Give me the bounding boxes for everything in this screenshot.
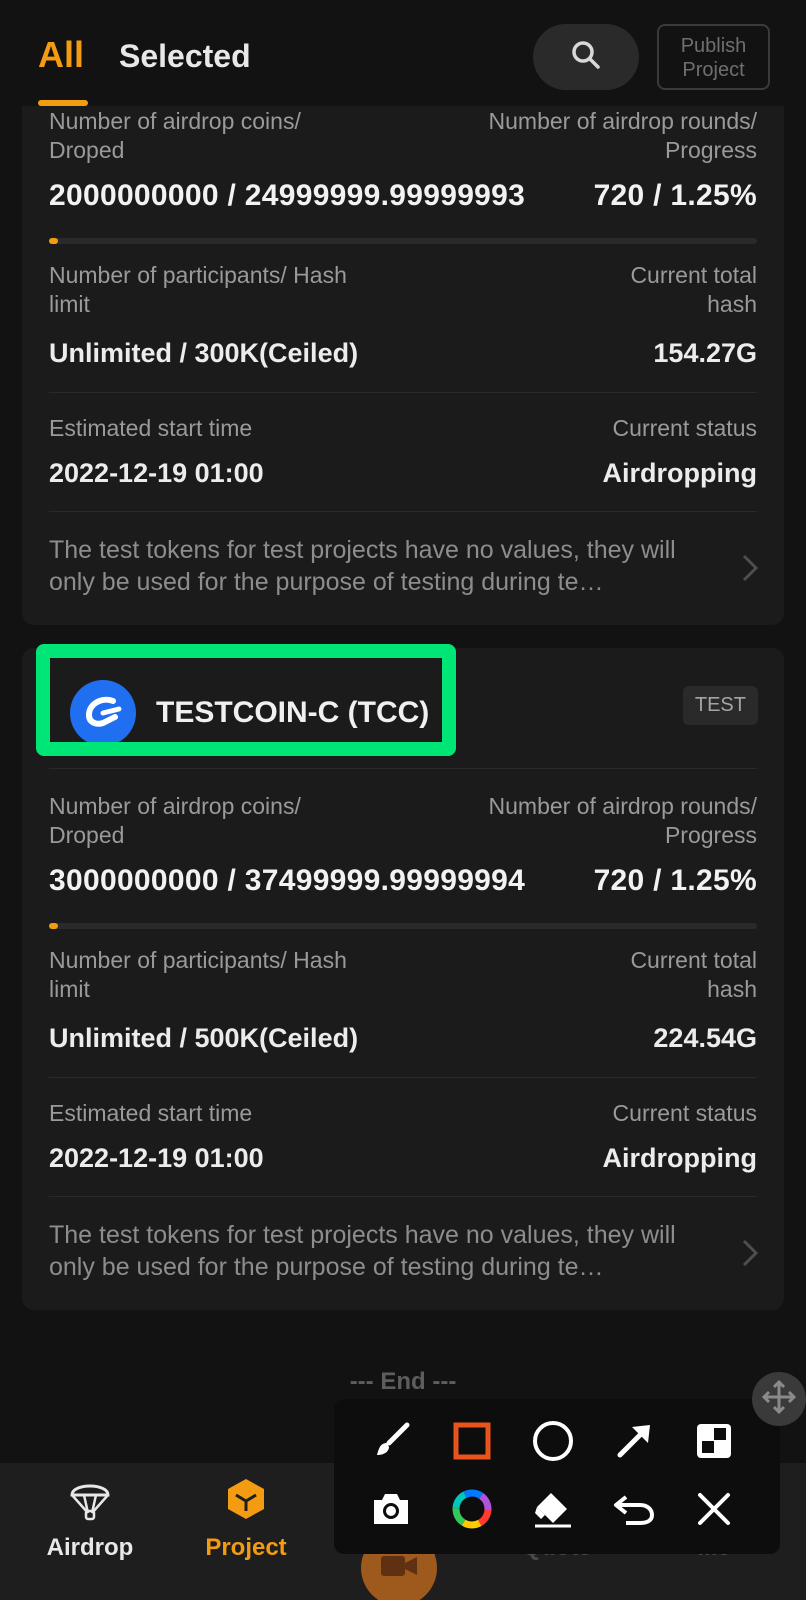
rounds-label: Number of airdrop rounds/ Progress [488,108,757,163]
nav-project-label: Project [205,1534,287,1561]
total-hash-label: Current total hash [630,262,757,317]
close-icon [694,1489,734,1534]
coins-label: Number of airdrop coins/ Droped [49,108,301,163]
circle-icon [531,1419,575,1468]
annotation-toolbar [334,1399,780,1554]
notice-text: The test tokens for test projects have n… [49,536,676,596]
start-status-values: 2022-12-19 01:00 Airdropping [49,1143,757,1177]
participants-value: Unlimited / 300K(Ceiled) [49,338,359,368]
divider [49,1077,757,1078]
rectangle-icon [452,1421,492,1466]
arrow-tool[interactable] [606,1415,662,1471]
start-status-values: 2022-12-19 01:00 Airdropping [49,458,757,492]
divider [49,511,757,512]
coins-rounds-labels: Number of airdrop coins/ Droped Number o… [49,792,757,852]
rounds-value: 720 / 1.25% [593,179,757,212]
chevron-right-icon[interactable] [740,1238,760,1273]
project-card[interactable]: Number of airdrop coins/ Droped Number o… [22,60,784,625]
participants-hash-labels: Number of participants/ Hash limit Curre… [49,261,757,321]
coins-rounds-values: 3000000000 / 37499999.99999994 720 / 1.2… [49,864,757,904]
progress-bar [49,238,757,244]
move-icon [761,1379,797,1420]
start-time-value: 2022-12-19 01:00 [49,1143,264,1173]
participants-value: Unlimited / 500K(Ceiled) [49,1023,359,1053]
progress-fill [49,923,58,929]
tab-active-indicator [38,100,88,106]
participants-hash-values: Unlimited / 300K(Ceiled) 154.27G [49,338,757,372]
total-hash-value: 224.54G [653,1023,757,1053]
status-label: Current status [612,1100,757,1126]
video-record-icon [379,1552,419,1585]
eraser-icon [531,1489,575,1534]
end-of-list: --- End --- [349,1368,457,1395]
status-value: Airdropping [602,1143,757,1173]
coins-value: 2000000000 / 24999999.99999993 [49,179,526,212]
highlight-rectangle [36,644,456,756]
coins-rounds-labels: Number of airdrop coins/ Droped Number o… [49,107,757,167]
test-badge: TEST [682,686,758,725]
total-hash-value: 154.27G [653,338,757,368]
brush-tool[interactable] [363,1415,419,1471]
coins-value: 3000000000 / 37499999.99999994 [49,864,526,897]
color-wheel-icon [450,1487,494,1536]
rectangle-tool[interactable] [444,1415,500,1471]
divider [49,768,757,769]
start-time-value: 2022-12-19 01:00 [49,458,264,488]
undo-icon [612,1489,656,1534]
tab-all[interactable]: All [38,34,84,76]
progress-fill [49,238,58,244]
eraser-tool[interactable] [525,1483,581,1539]
brush-icon [371,1421,411,1466]
screenshot-tool[interactable] [363,1483,419,1539]
notice-text: The test tokens for test projects have n… [49,1221,676,1281]
circle-tool[interactable] [525,1415,581,1471]
start-time-label: Estimated start time [49,415,253,441]
status-label: Current status [612,415,757,441]
color-picker-tool[interactable] [444,1483,500,1539]
rounds-value: 720 / 1.25% [593,864,757,897]
start-status-labels: Estimated start time Current status [49,1099,757,1129]
search-icon [570,39,602,76]
nav-airdrop-label: Airdrop [46,1534,134,1561]
participants-label: Number of participants/ Hash limit [49,947,347,1002]
rounds-label: Number of airdrop rounds/ Progress [488,793,757,848]
nav-airdrop[interactable]: Airdrop [20,1475,160,1562]
status-value: Airdropping [602,458,757,488]
nav-project[interactable]: Project [176,1475,316,1562]
top-header: All Selected Publish Project [0,0,806,106]
box-icon [222,1479,270,1527]
coins-label: Number of airdrop coins/ Droped [49,793,301,848]
mosaic-tool[interactable] [686,1415,742,1471]
participants-hash-labels: Number of participants/ Hash limit Curre… [49,946,757,1006]
divider [49,1196,757,1197]
start-time-label: Estimated start time [49,1100,253,1126]
move-handle[interactable] [752,1372,806,1426]
divider [49,392,757,393]
close-tool[interactable] [686,1483,742,1539]
camera-icon [370,1490,412,1533]
undo-tool[interactable] [606,1483,662,1539]
start-status-labels: Estimated start time Current status [49,414,757,444]
arrow-icon [614,1421,654,1466]
publish-project-button[interactable]: Publish Project [657,24,770,90]
mosaic-icon [695,1422,733,1465]
participants-hash-values: Unlimited / 500K(Ceiled) 224.54G [49,1023,757,1057]
search-button[interactable] [533,24,639,90]
coins-rounds-values: 2000000000 / 24999999.99999993 720 / 1.2… [49,179,757,219]
participants-label: Number of participants/ Hash limit [49,262,347,317]
parachute-icon [66,1484,114,1527]
tab-selected[interactable]: Selected [119,38,251,75]
progress-bar [49,923,757,929]
total-hash-label: Current total hash [630,947,757,1002]
chevron-right-icon[interactable] [740,553,760,588]
